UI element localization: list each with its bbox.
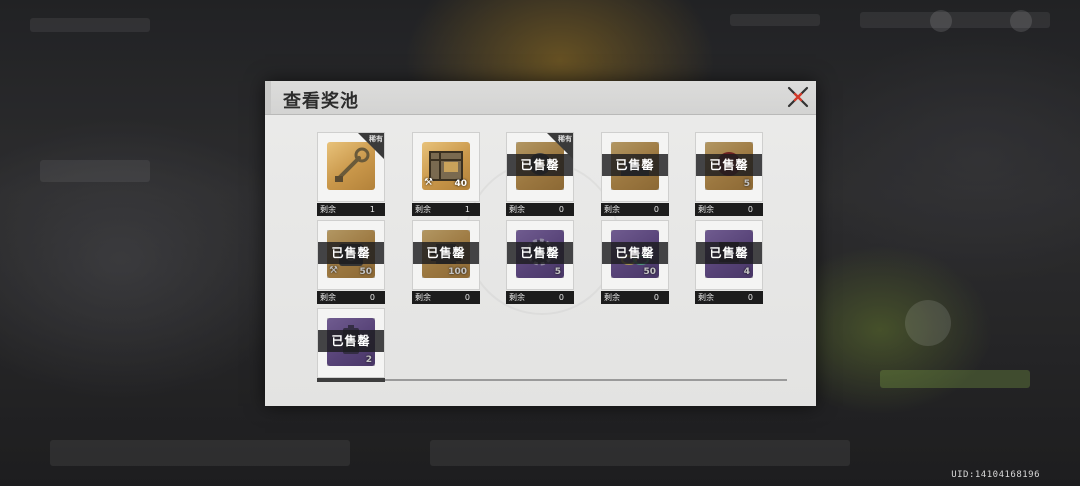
remaining-label: 剩余	[415, 205, 431, 214]
remaining-count-bar: 剩余 0	[695, 291, 763, 304]
remaining-label: 剩余	[320, 205, 336, 214]
prize-tile: ⚒ 40	[412, 132, 480, 202]
remaining-value: 0	[369, 293, 375, 302]
tool-icon: ⚒	[424, 177, 433, 188]
sold-out-label: 已售罄	[318, 330, 384, 352]
remaining-value: 0	[747, 293, 753, 302]
sold-out-label: 已售罄	[318, 242, 384, 264]
prize-tile: 5 已售罄	[506, 220, 574, 290]
background-hud-icon	[1010, 10, 1032, 32]
prize-card-engine-part[interactable]: ⚒ 50 已售罄剩余 0	[317, 220, 385, 305]
background-hud-icon	[905, 300, 951, 346]
title-accent	[265, 81, 271, 115]
prize-card-purple-module[interactable]: 4 已售罄剩余 0	[695, 220, 763, 305]
remaining-value: 0	[464, 293, 470, 302]
dialog-title: 查看奖池	[283, 91, 359, 112]
prize-card-wrench-key[interactable]: 稀有剩余 1	[317, 132, 385, 217]
prize-tile: 2 已售罄	[317, 308, 385, 378]
background-hud-bar	[50, 440, 350, 466]
prize-tile: 稀有	[317, 132, 385, 202]
prize-tile: 50 已售罄	[601, 220, 669, 290]
prize-card-purple-chain[interactable]: 50 已售罄剩余 0	[601, 220, 669, 305]
prize-tile: ⚒ 50 已售罄	[317, 220, 385, 290]
background-hud-icon	[930, 10, 952, 32]
remaining-value: 1	[369, 205, 375, 214]
prize-tile: 4 已售罄	[695, 220, 763, 290]
background-hud-bar	[430, 440, 850, 466]
remaining-count-bar: 剩余 0	[412, 291, 480, 304]
prize-tile: 已售罄 稀有	[506, 132, 574, 202]
scrollbar-track[interactable]	[317, 379, 787, 381]
remaining-count-bar: 剩余 1	[412, 203, 480, 216]
remaining-label: 剩余	[509, 293, 525, 302]
remaining-count-bar: 剩余 1	[317, 203, 385, 216]
remaining-value: 0	[653, 293, 659, 302]
background-hud-bar	[30, 18, 150, 32]
rare-label: 稀有	[369, 135, 383, 143]
remaining-label: 剩余	[509, 205, 525, 214]
background-hud-bar	[730, 14, 820, 26]
sold-out-label: 已售罄	[602, 242, 668, 264]
remaining-label: 剩余	[415, 293, 431, 302]
remaining-count-bar: 剩余 0	[506, 291, 574, 304]
dialog-header: 查看奖池	[265, 81, 816, 115]
prize-tile: 5 已售罄	[695, 132, 763, 202]
remaining-count-bar: 剩余 0	[506, 203, 574, 216]
sold-out-label: 已售罄	[507, 242, 573, 264]
prize-pool-dialog: 查看奖池 稀有 剩余 1 ⚒ 40 剩余 1 已售罄 稀有 剩余 0 已售罄 剩余 0 5 已售罄 剩余 0 ⚒ 50…	[265, 81, 816, 406]
sold-out-label: 已售罄	[696, 154, 762, 176]
prize-tile: 已售罄	[601, 132, 669, 202]
remaining-label: 剩余	[698, 293, 714, 302]
prize-card-rare-part[interactable]: 已售罄 稀有剩余 0	[506, 132, 574, 217]
background-hud-bar	[40, 160, 150, 182]
remaining-value: 0	[558, 205, 564, 214]
remaining-count-bar: 剩余 0	[695, 203, 763, 216]
prize-card-gold-chip[interactable]: 100 已售罄剩余 0	[412, 220, 480, 305]
remaining-label: 剩余	[604, 205, 620, 214]
prize-tile: 100 已售罄	[412, 220, 480, 290]
remaining-count-bar: 剩余 0	[317, 291, 385, 304]
remaining-value: 0	[747, 205, 753, 214]
background-hud-bar	[880, 370, 1030, 388]
remaining-label: 剩余	[698, 205, 714, 214]
close-button[interactable]	[786, 85, 810, 109]
sold-out-label: 已售罄	[413, 242, 479, 264]
prize-card-red-core[interactable]: 5 已售罄剩余 0	[695, 132, 763, 217]
close-icon	[787, 86, 809, 108]
uid-label: UID:14104168196	[951, 470, 1040, 480]
prize-card-purple-gear[interactable]: 5 已售罄剩余 0	[506, 220, 574, 305]
remaining-label: 剩余	[604, 293, 620, 302]
remaining-value: 0	[653, 205, 659, 214]
remaining-value: 1	[464, 205, 470, 214]
sold-out-label: 已售罄	[602, 154, 668, 176]
rare-label: 稀有	[558, 135, 572, 143]
prize-card-gun-part[interactable]: 已售罄剩余 0	[601, 132, 669, 217]
sold-out-label: 已售罄	[696, 242, 762, 264]
remaining-label: 剩余	[320, 293, 336, 302]
scrollbar-thumb[interactable]	[317, 378, 385, 382]
remaining-count-bar: 剩余 0	[601, 291, 669, 304]
remaining-count-bar: 剩余 0	[601, 203, 669, 216]
prize-card-supply-crate[interactable]: ⚒ 40 剩余 1	[412, 132, 480, 217]
remaining-value: 0	[558, 293, 564, 302]
item-slot: ⚒ 40	[422, 142, 470, 190]
item-quantity: 40	[454, 179, 467, 189]
